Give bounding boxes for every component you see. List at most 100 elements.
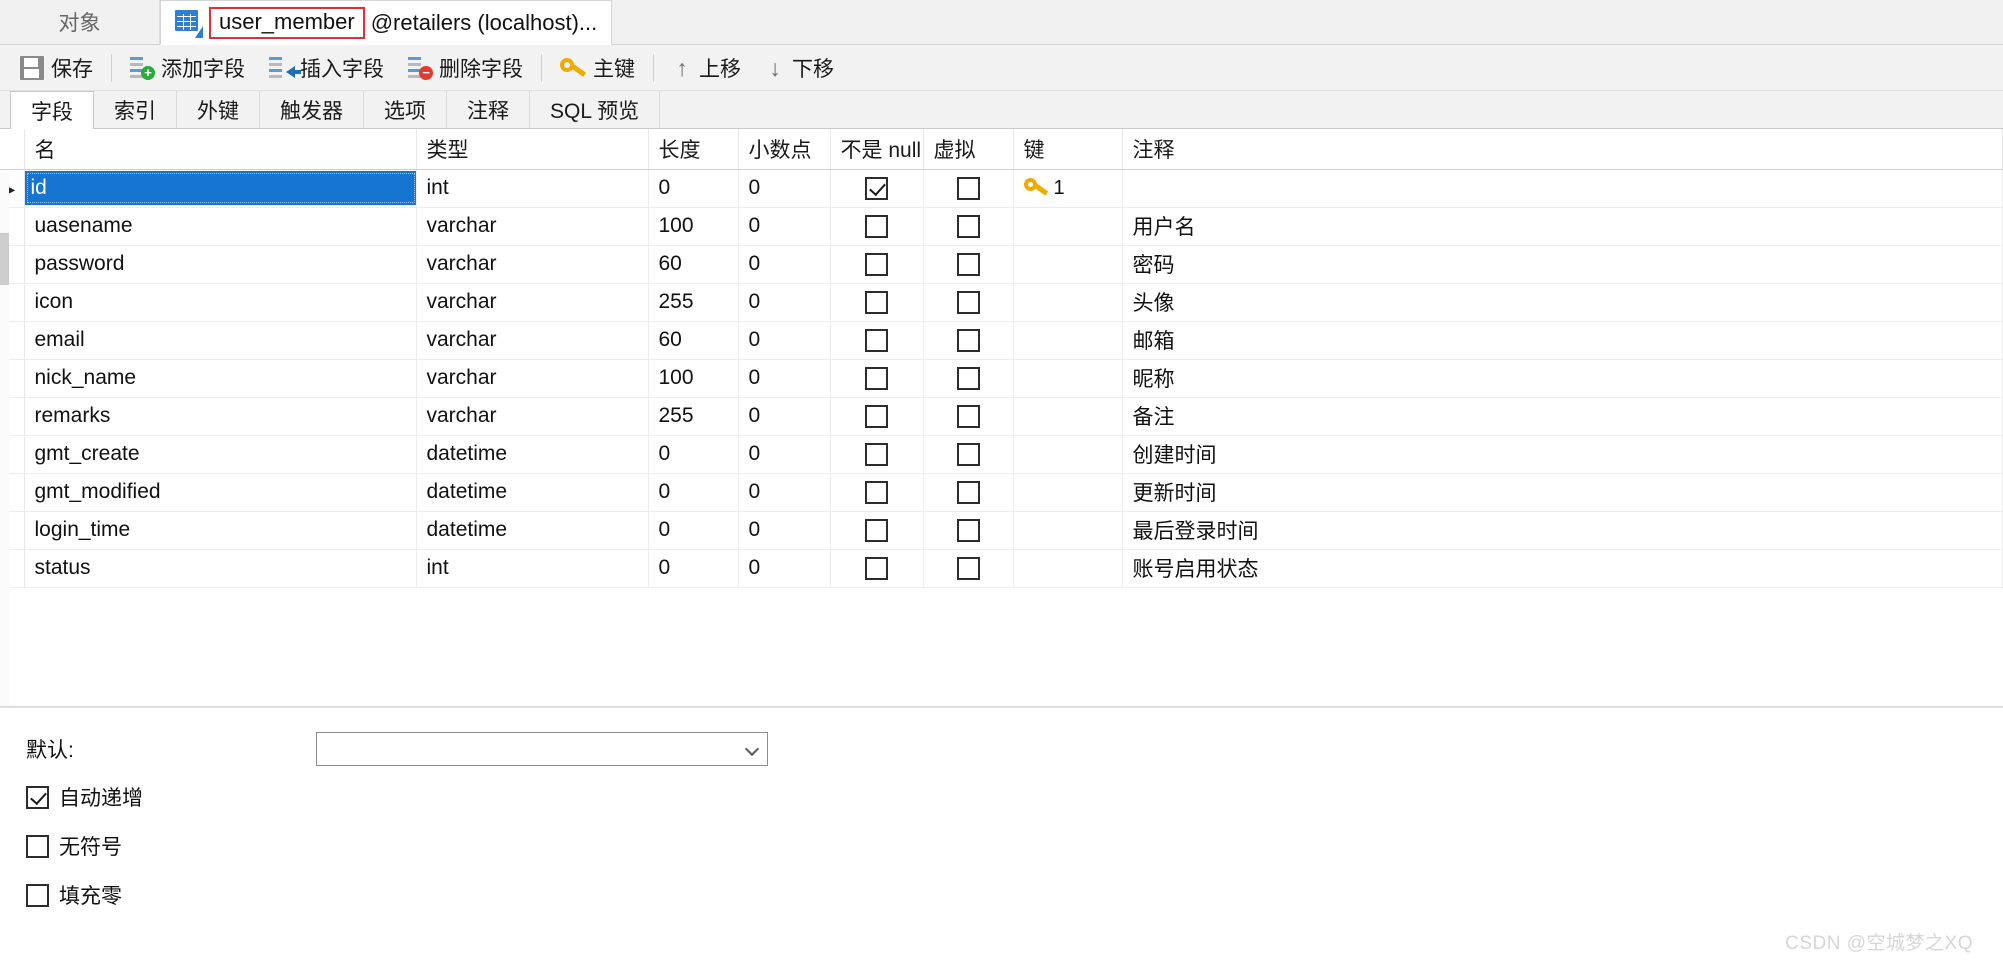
auto-increment-checkbox[interactable]: [26, 785, 49, 809]
cell-field-comment[interactable]: 账号启用状态: [1122, 549, 2003, 588]
not-null-checkbox[interactable]: [865, 328, 888, 352]
cell-field-virtual[interactable]: [923, 549, 1014, 588]
cell-field-comment[interactable]: 邮箱: [1122, 321, 2003, 360]
cell-field-type[interactable]: datetime: [416, 435, 649, 474]
table-row[interactable]: gmt_create datetime 0 0 创建时间: [0, 435, 2003, 474]
cell-field-name[interactable]: status: [24, 549, 417, 588]
table-row[interactable]: uasename varchar 100 0 用户名: [0, 207, 2003, 246]
cell-field-type[interactable]: varchar: [416, 321, 649, 360]
cell-field-name[interactable]: gmt_create: [24, 435, 417, 474]
cell-field-length[interactable]: 100: [648, 207, 739, 246]
cell-field-decimals[interactable]: 0: [738, 359, 831, 398]
table-row[interactable]: remarks varchar 255 0 备注: [0, 397, 2003, 436]
cell-field-key[interactable]: [1013, 245, 1123, 284]
unsigned-checkbox[interactable]: [26, 834, 49, 858]
not-null-checkbox[interactable]: [865, 404, 888, 428]
cell-field-not-null[interactable]: [830, 245, 924, 284]
virtual-checkbox[interactable]: [956, 404, 980, 428]
tab-fields[interactable]: 字段: [10, 91, 94, 129]
table-row[interactable]: ▸ id int 0 0 1: [0, 169, 2003, 208]
cell-field-length[interactable]: 0: [648, 549, 739, 588]
not-null-checkbox[interactable]: [865, 518, 888, 542]
not-null-checkbox[interactable]: [865, 480, 888, 504]
cell-field-length[interactable]: 0: [648, 511, 739, 550]
grid-header-key[interactable]: 键: [1013, 129, 1123, 170]
cell-field-type[interactable]: varchar: [416, 359, 649, 398]
cell-field-virtual[interactable]: [923, 321, 1014, 360]
virtual-checkbox[interactable]: [956, 366, 980, 390]
table-row[interactable]: password varchar 60 0 密码: [0, 245, 2003, 284]
not-null-checkbox[interactable]: [865, 366, 888, 390]
zerofill-row[interactable]: 填充零: [26, 880, 2003, 910]
cell-field-name[interactable]: password: [24, 245, 417, 284]
cell-field-type[interactable]: datetime: [416, 511, 649, 550]
table-row[interactable]: email varchar 60 0 邮箱: [0, 321, 2003, 360]
cell-field-key[interactable]: [1013, 435, 1123, 474]
window-tab-objects[interactable]: 对象: [0, 0, 160, 44]
grid-header-not-null[interactable]: 不是 null: [830, 129, 924, 170]
cell-field-key[interactable]: [1013, 321, 1123, 360]
cell-field-virtual[interactable]: [923, 245, 1014, 284]
cell-field-decimals[interactable]: 0: [738, 245, 831, 284]
default-value-select[interactable]: [316, 732, 768, 766]
cell-field-length[interactable]: 0: [648, 435, 739, 474]
cell-field-name[interactable]: nick_name: [24, 359, 417, 398]
not-null-checkbox[interactable]: [865, 290, 888, 314]
cell-field-comment[interactable]: 备注: [1122, 397, 2003, 436]
cell-field-length[interactable]: 0: [648, 169, 739, 208]
tab-foreign-keys[interactable]: 外键: [177, 91, 260, 128]
cell-field-length[interactable]: 60: [648, 245, 739, 284]
window-tab-user-member[interactable]: user_member @retailers (localhost)...: [160, 0, 613, 45]
move-up-button[interactable]: ↑ 上移: [660, 48, 753, 88]
cell-field-length[interactable]: 255: [648, 397, 739, 436]
cell-field-virtual[interactable]: [923, 207, 1014, 246]
cell-field-name[interactable]: uasename: [24, 207, 417, 246]
cell-field-decimals[interactable]: 0: [738, 169, 831, 208]
cell-field-decimals[interactable]: 0: [738, 321, 831, 360]
cell-field-type[interactable]: varchar: [416, 397, 649, 436]
cell-field-virtual[interactable]: [923, 169, 1014, 208]
cell-field-type[interactable]: varchar: [416, 207, 649, 246]
cell-field-not-null[interactable]: [830, 359, 924, 398]
cell-field-name[interactable]: id: [24, 169, 417, 208]
cell-field-key[interactable]: [1013, 207, 1123, 246]
tab-indexes[interactable]: 索引: [94, 91, 177, 128]
table-row[interactable]: gmt_modified datetime 0 0 更新时间: [0, 473, 2003, 512]
virtual-checkbox[interactable]: [956, 480, 980, 504]
cell-field-name[interactable]: icon: [24, 283, 417, 322]
auto-increment-row[interactable]: 自动递增: [26, 782, 2003, 812]
cell-field-not-null[interactable]: [830, 283, 924, 322]
table-row[interactable]: nick_name varchar 100 0 昵称: [0, 359, 2003, 398]
table-row[interactable]: login_time datetime 0 0 最后登录时间: [0, 511, 2003, 550]
cell-field-comment[interactable]: 用户名: [1122, 207, 2003, 246]
cell-field-name[interactable]: email: [24, 321, 417, 360]
cell-field-not-null[interactable]: [830, 511, 924, 550]
cell-field-decimals[interactable]: 0: [738, 283, 831, 322]
virtual-checkbox[interactable]: [956, 176, 980, 200]
not-null-checkbox[interactable]: [865, 442, 888, 466]
cell-field-length[interactable]: 60: [648, 321, 739, 360]
cell-field-not-null[interactable]: [830, 397, 924, 436]
virtual-checkbox[interactable]: [956, 328, 980, 352]
cell-field-decimals[interactable]: 0: [738, 435, 831, 474]
virtual-checkbox[interactable]: [956, 442, 980, 466]
table-row[interactable]: icon varchar 255 0 头像: [0, 283, 2003, 322]
cell-field-virtual[interactable]: [923, 359, 1014, 398]
tab-comment[interactable]: 注释: [447, 91, 530, 128]
cell-field-name[interactable]: remarks: [24, 397, 417, 436]
zerofill-checkbox[interactable]: [26, 883, 49, 907]
grid-scrollbar-thumb[interactable]: [0, 233, 9, 285]
virtual-checkbox[interactable]: [956, 518, 980, 542]
grid-header-virtual[interactable]: 虚拟: [923, 129, 1014, 170]
move-down-button[interactable]: ↓ 下移: [753, 48, 846, 88]
virtual-checkbox[interactable]: [956, 214, 980, 238]
cell-field-not-null[interactable]: [830, 169, 924, 208]
not-null-checkbox[interactable]: [865, 556, 888, 580]
cell-field-comment[interactable]: 最后登录时间: [1122, 511, 2003, 550]
cell-field-virtual[interactable]: [923, 435, 1014, 474]
cell-field-not-null[interactable]: [830, 207, 924, 246]
cell-field-comment[interactable]: 密码: [1122, 245, 2003, 284]
grid-header-name[interactable]: 名: [24, 129, 417, 170]
cell-field-name[interactable]: login_time: [24, 511, 417, 550]
cell-field-key[interactable]: [1013, 283, 1123, 322]
